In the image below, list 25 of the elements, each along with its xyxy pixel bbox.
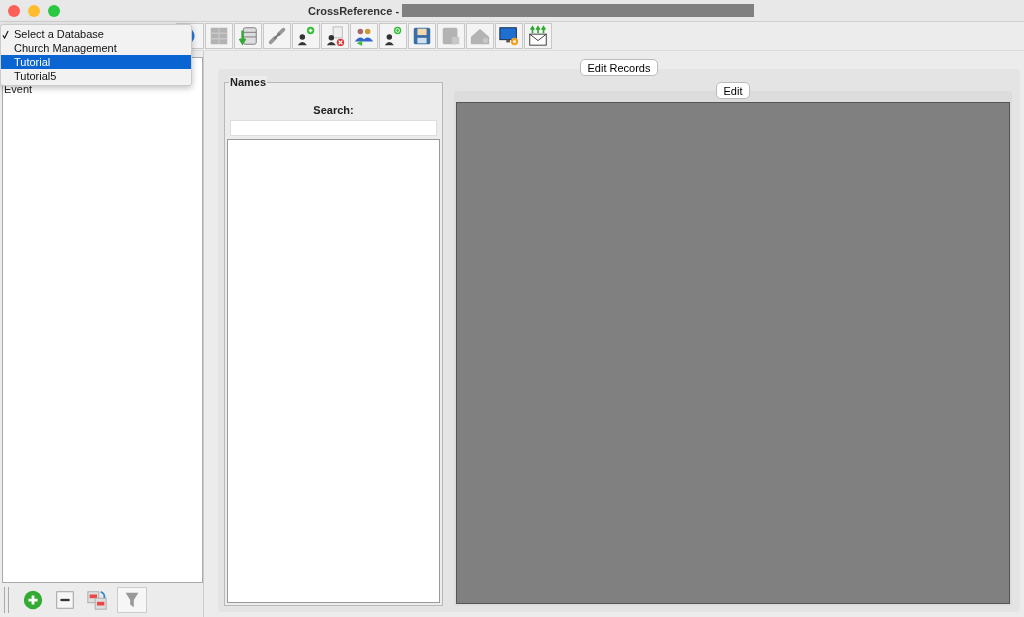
funnel-icon[interactable] — [117, 587, 147, 613]
group-title: Names — [229, 76, 268, 88]
add-person-icon[interactable] — [292, 23, 320, 49]
people-group-icon[interactable] — [350, 23, 378, 49]
menu-item[interactable]: Church Management — [1, 41, 191, 55]
save-icon[interactable] — [408, 23, 436, 49]
search-label: Search: — [312, 104, 355, 116]
menu-item[interactable]: Tutorial5 — [1, 69, 191, 83]
add-icon[interactable] — [21, 588, 45, 612]
edit-records-tab[interactable]: Edit Records — [579, 59, 659, 76]
toolbar-grip — [4, 587, 9, 613]
monitor-gear-icon[interactable] — [495, 23, 523, 49]
envelope-arrows-icon[interactable] — [524, 23, 552, 49]
person-refresh-icon[interactable] — [379, 23, 407, 49]
remove-person-icon[interactable] — [321, 23, 349, 49]
search-field[interactable] — [230, 120, 437, 136]
menu-item[interactable]: Tutorial — [1, 55, 191, 69]
close-button[interactable] — [8, 4, 20, 17]
menu-item[interactable]: Select a Database — [1, 27, 191, 41]
window-title: CrossReference - — [307, 4, 400, 17]
checkmark-icon — [2, 29, 9, 39]
minus-icon[interactable] — [53, 588, 77, 612]
zoom-button[interactable] — [48, 4, 60, 17]
swap-records-icon[interactable] — [85, 588, 109, 612]
edit-tab[interactable]: Edit — [715, 82, 751, 99]
